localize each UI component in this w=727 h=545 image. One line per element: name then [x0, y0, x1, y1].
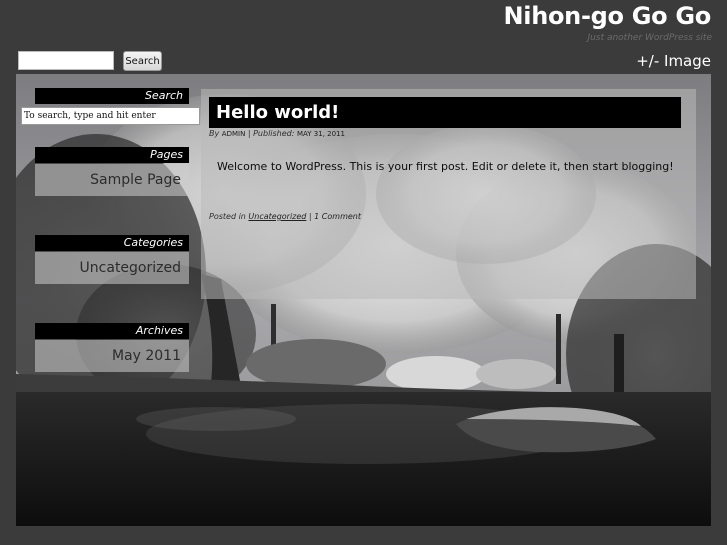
top-search-button[interactable]: Search	[123, 51, 162, 71]
archives-widget-title: Archives	[35, 323, 189, 339]
sidebar-link-sample-page[interactable]: Sample Page	[35, 164, 189, 196]
published-label: | Published:	[247, 129, 295, 138]
site-tagline: Just another WordPress site	[587, 33, 712, 43]
sidebar-link-may-2011[interactable]: May 2011	[35, 340, 189, 372]
post-body: Welcome to WordPress. This is your first…	[217, 160, 674, 173]
search-widget-title: Search	[35, 88, 189, 104]
image-toggle-button[interactable]: +/- Image	[636, 52, 711, 70]
post-author[interactable]: ADMIN	[222, 130, 246, 138]
categories-widget-title: Categories	[35, 235, 189, 251]
site-title[interactable]: Nihon-go Go Go	[504, 2, 712, 30]
top-search-input[interactable]	[18, 51, 114, 70]
footer-separator: |	[308, 212, 312, 221]
post-title[interactable]: Hello world!	[209, 97, 681, 128]
post-comments-link[interactable]: 1 Comment	[314, 212, 361, 221]
post-date: MAY 31, 2011	[297, 130, 345, 138]
sidebar-link-uncategorized[interactable]: Uncategorized	[35, 252, 189, 284]
post-category-link[interactable]: Uncategorized	[248, 212, 306, 221]
by-label: By	[209, 129, 220, 138]
sidebar-search-input[interactable]: To search, type and hit enter	[21, 107, 200, 125]
pages-widget-title: Pages	[35, 147, 189, 163]
post-footer: Posted in Uncategorized | 1 Comment	[209, 212, 361, 221]
posted-in-label: Posted in	[209, 212, 246, 221]
post-meta: By ADMIN | Published: MAY 31, 2011	[209, 129, 345, 138]
